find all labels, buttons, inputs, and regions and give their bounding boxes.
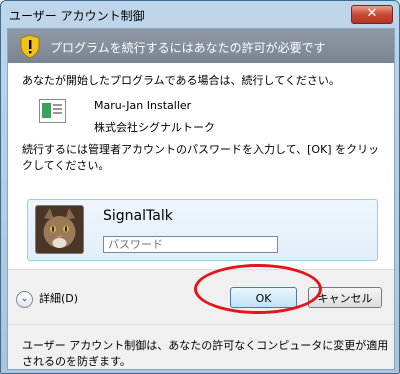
program-icon [39,99,66,123]
avatar [35,205,84,254]
details-label: 詳細(D) [39,292,79,305]
program-name: Maru-Jan Installer [94,99,192,112]
close-button[interactable]: ✕ [351,5,393,24]
intro-text: あなたが開始したプログラムである場合は、続行してください。 [22,74,340,87]
account-name: SignalTalk [103,208,173,224]
credential-tile: SignalTalk [27,199,378,261]
highlight-ring-annotation [194,264,322,314]
banner-text: プログラムを続行するにはあなたの許可が必要です [50,41,326,55]
uac-note: ユーザー アカウント制御は、あなたの許可なくコンピュータに変更が適用されるのを防… [22,339,389,368]
instruction-text: 続行するには管理者アカウントのパスワードを入力して、[OK] をクリックしてくだ… [22,143,380,172]
footer-divider [8,324,394,325]
window-title: ユーザー アカウント制御 [9,9,145,23]
uac-shield-icon [20,34,40,59]
program-publisher: 株式会社シグナルトーク [94,121,215,134]
password-field[interactable] [103,236,278,253]
chevron-down-icon: ⌄ [16,290,33,308]
warning-banner: プログラムを続行するにはあなたの許可が必要です [8,29,394,63]
details-toggle[interactable]: ⌄ 詳細(D) [16,290,78,308]
title-bar: ユーザー アカウント制御 ✕ [1,1,399,27]
dialog-body: プログラムを続行するにはあなたの許可が必要です あなたが開始したプログラムである… [7,28,395,370]
uac-dialog: ユーザー アカウント制御 ✕ プログラムを続行するにはあなたの許可が必要です あ… [0,0,400,374]
